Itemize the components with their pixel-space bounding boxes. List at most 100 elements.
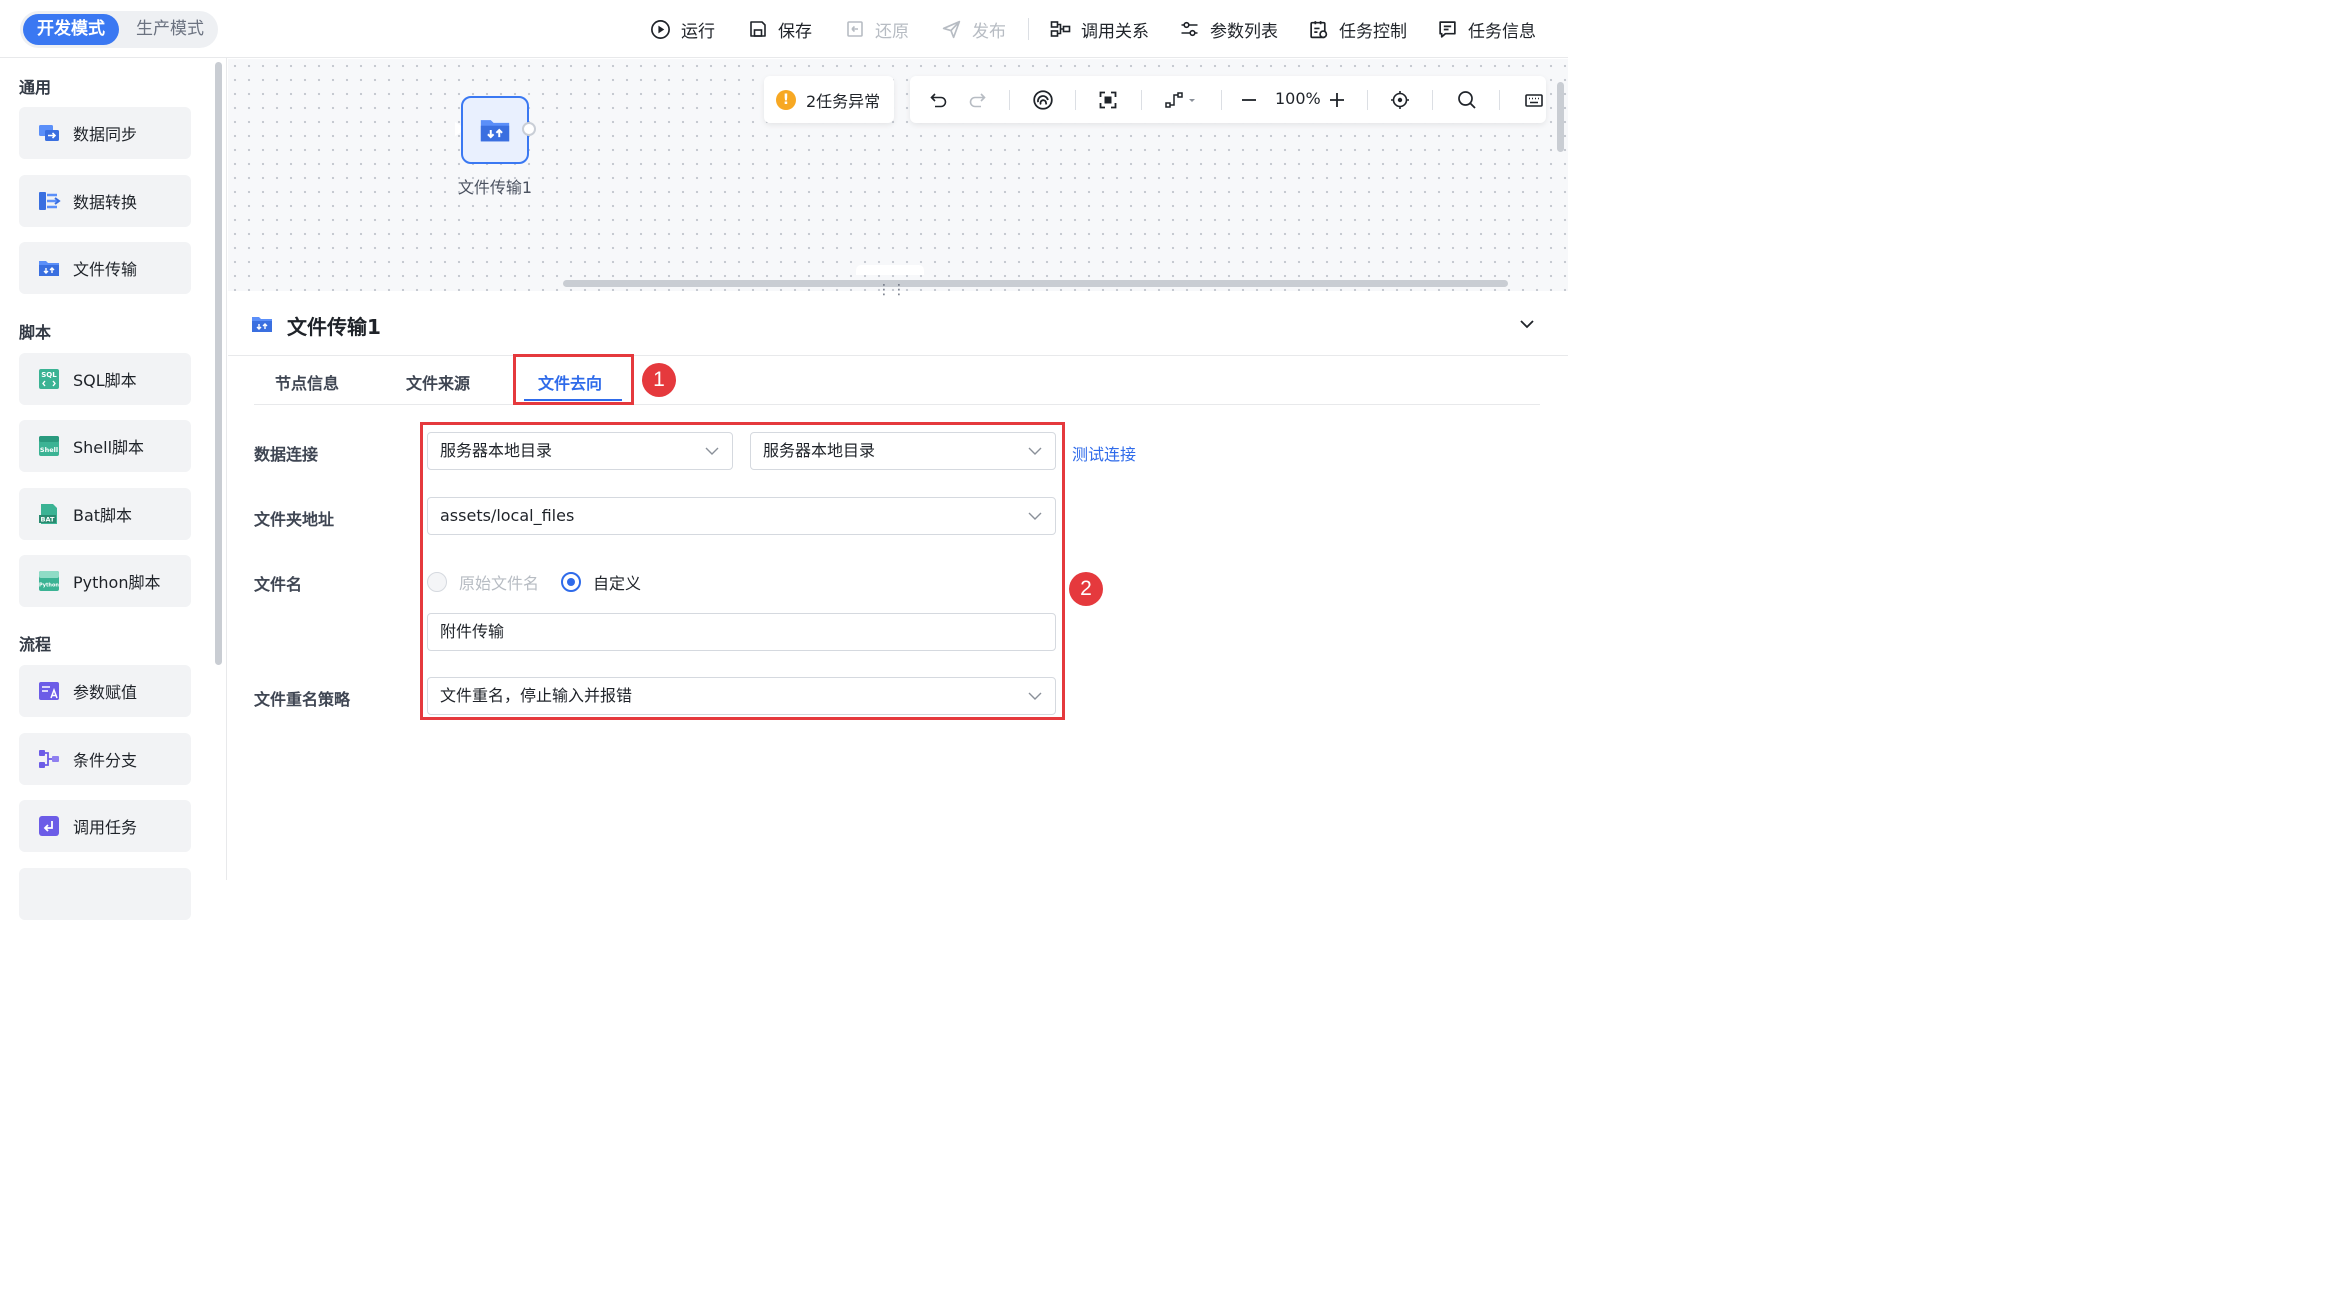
sidebar-item-label: Shell脚本 xyxy=(73,438,145,457)
param-list-label: 参数列表 xyxy=(1210,21,1278,42)
sidebar-item-param-assign[interactable]: 参数赋值 xyxy=(19,665,191,717)
sql-icon-text: SQL xyxy=(41,371,57,379)
restore-label: 还原 xyxy=(875,21,909,42)
play-icon xyxy=(651,19,670,39)
toolbar-divider xyxy=(1141,90,1142,110)
toolbar-divider xyxy=(1075,90,1076,110)
node-library-sidebar: 通用 数据同步 数据转换 文件传输 脚本 SQL SQL脚本 Shell She… xyxy=(0,58,227,920)
flow-canvas[interactable]: 文件传输1 ! 2任务异常 100% xyxy=(228,59,1568,291)
annotation-box-1 xyxy=(513,354,634,405)
redo-button[interactable] xyxy=(965,88,989,112)
mode-toggle: 开发模式 生产模式 xyxy=(20,11,218,48)
sidebar-item-shell-script[interactable]: Shell Shell脚本 xyxy=(19,420,191,472)
fit-view-icon xyxy=(1099,91,1117,109)
toolbar-divider xyxy=(1221,90,1222,110)
shortcut-button[interactable] xyxy=(1522,88,1546,112)
canvas-vertical-scrollbar[interactable] xyxy=(1557,82,1564,152)
data-connection-label: 数据连接 xyxy=(254,445,319,464)
layout-button[interactable] xyxy=(1031,88,1055,112)
search-button[interactable] xyxy=(1455,88,1479,112)
branch-icon xyxy=(39,750,59,768)
dev-mode-button[interactable]: 开发模式 xyxy=(23,14,119,45)
search-icon xyxy=(1458,91,1476,109)
run-button[interactable]: 运行 xyxy=(650,16,715,42)
task-info-button[interactable]: 任务信息 xyxy=(1437,16,1536,42)
sidebar-item-label: 文件传输 xyxy=(73,260,138,279)
sidebar-item-more[interactable] xyxy=(19,868,191,920)
publish-label: 发布 xyxy=(972,21,1006,42)
folder-transfer-icon xyxy=(252,317,272,332)
group-title-script: 脚本 xyxy=(19,323,52,342)
zoom-level: 100% xyxy=(1275,89,1321,108)
call-relation-button[interactable]: 调用关系 xyxy=(1050,16,1149,42)
group-title-general: 通用 xyxy=(19,78,52,97)
sidebar-item-bat-script[interactable]: BAT Bat脚本 xyxy=(19,488,191,540)
info-doc-icon xyxy=(1439,20,1456,38)
sidebar-item-condition-branch[interactable]: 条件分支 xyxy=(19,733,191,785)
annotation-badge-1: 1 xyxy=(642,363,676,397)
sidebar-item-label: 参数赋值 xyxy=(73,683,138,702)
collapse-panel-button[interactable] xyxy=(1518,316,1536,332)
locate-button[interactable] xyxy=(1388,88,1412,112)
param-list-button[interactable]: 参数列表 xyxy=(1179,16,1278,42)
canvas-toolbar: 100% xyxy=(910,76,1546,123)
keyboard-icon xyxy=(1525,94,1543,107)
undo-button[interactable] xyxy=(927,88,951,112)
sidebar-item-label: 数据同步 xyxy=(73,125,138,144)
annotation-badge-2: 2 xyxy=(1069,572,1103,606)
tabs-divider xyxy=(254,404,1540,405)
folder-transfer-icon xyxy=(480,120,510,142)
save-button[interactable]: 保存 xyxy=(748,16,812,42)
task-control-button[interactable]: 任务控制 xyxy=(1308,16,1407,42)
param-assign-icon xyxy=(39,682,59,700)
call-task-icon xyxy=(39,816,59,836)
crosshair-icon xyxy=(1391,91,1409,109)
sidebar-item-data-transform[interactable]: 数据转换 xyxy=(19,175,191,227)
relation-icon xyxy=(1050,21,1071,37)
sidebar-item-label: SQL脚本 xyxy=(73,371,137,390)
sidebar-item-label: 条件分支 xyxy=(73,751,138,770)
tab-node-info[interactable]: 节点信息 xyxy=(275,370,339,394)
sidebar-item-data-sync[interactable]: 数据同步 xyxy=(19,107,191,159)
minus-icon xyxy=(1242,99,1256,101)
fit-view-button[interactable] xyxy=(1096,88,1120,112)
canvas-horizontal-scrollbar[interactable] xyxy=(563,280,1508,287)
restore-button[interactable]: 还原 xyxy=(845,16,909,42)
chevron-down-icon xyxy=(1520,320,1534,329)
canvas-drag-handle[interactable] xyxy=(856,265,924,275)
panel-resize-handle[interactable]: ⋮⋮ xyxy=(877,282,907,298)
zoom-in-button[interactable] xyxy=(1325,88,1349,112)
tab-file-source[interactable]: 文件来源 xyxy=(406,370,470,394)
top-toolbar: 开发模式 生产模式 运行 保存 还原 发布 调用关系 参数列表 任务控制 任务信… xyxy=(0,0,1568,58)
save-label: 保存 xyxy=(778,21,812,42)
sidebar-item-python-script[interactable]: Python Python脚本 xyxy=(19,555,191,607)
sidebar-item-file-transfer[interactable]: 文件传输 xyxy=(19,242,191,294)
file-transfer-node[interactable] xyxy=(461,96,529,164)
sidebar-scrollbar[interactable] xyxy=(215,62,222,665)
annotation-box-2 xyxy=(420,422,1065,720)
task-control-label: 任务控制 xyxy=(1339,21,1407,42)
node-output-port[interactable] xyxy=(522,122,536,136)
data-sync-icon xyxy=(39,125,59,141)
toolbar-divider xyxy=(1499,90,1500,110)
sliders-icon xyxy=(1181,21,1198,37)
undo-icon xyxy=(930,93,947,108)
sidebar-item-sql-script[interactable]: SQL SQL脚本 xyxy=(19,353,191,405)
sidebar-item-call-task[interactable]: 调用任务 xyxy=(19,800,191,852)
sidebar-item-label: Python脚本 xyxy=(73,573,161,592)
toolbar-divider xyxy=(1009,90,1010,110)
sidebar-item-label: 调用任务 xyxy=(73,818,138,837)
task-warning-badge[interactable]: ! 2任务异常 xyxy=(764,76,894,123)
rename-policy-label: 文件重名策略 xyxy=(254,690,351,709)
data-transform-icon xyxy=(39,192,61,210)
zoom-out-button[interactable] xyxy=(1237,88,1261,112)
shell-script-icon: Shell xyxy=(39,436,59,456)
run-label: 运行 xyxy=(681,21,715,42)
prod-mode-button[interactable]: 生产模式 xyxy=(124,14,216,45)
publish-button[interactable]: 发布 xyxy=(941,16,1006,42)
test-connection-link[interactable]: 测试连接 xyxy=(1072,441,1136,465)
shell-icon-text: Shell xyxy=(40,446,58,454)
connector-style-dropdown[interactable] xyxy=(1163,88,1199,112)
python-script-icon: Python xyxy=(39,571,59,591)
folder-path-label: 文件夹地址 xyxy=(254,510,335,529)
